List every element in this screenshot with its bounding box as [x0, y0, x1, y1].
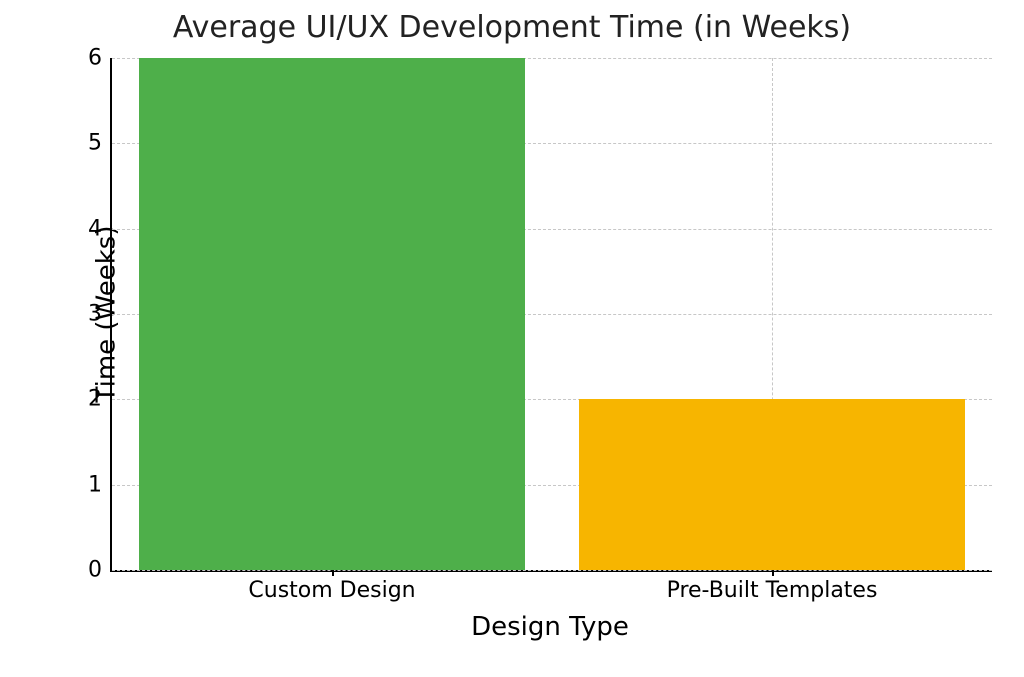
y-tick-label: 3	[42, 302, 112, 327]
bar-prebuilt-templates	[579, 399, 965, 570]
y-tick-label: 2	[42, 387, 112, 412]
y-tick-label: 0	[42, 558, 112, 583]
y-tick-label: 5	[42, 131, 112, 156]
bar-custom-design	[139, 58, 525, 570]
x-tick-label: Pre-Built Templates	[667, 570, 878, 603]
x-tick-label: Custom Design	[248, 570, 415, 603]
y-tick-label: 6	[42, 46, 112, 71]
plot-area: 0 1 2 3 4 5 6 Custom Design Pre-Built Te…	[110, 58, 992, 572]
chart-title: Average UI/UX Development Time (in Weeks…	[0, 10, 1024, 45]
x-axis-label: Design Type	[110, 612, 990, 642]
y-tick-label: 4	[42, 216, 112, 241]
y-tick-label: 1	[42, 472, 112, 497]
chart-container: Average UI/UX Development Time (in Weeks…	[0, 0, 1024, 677]
